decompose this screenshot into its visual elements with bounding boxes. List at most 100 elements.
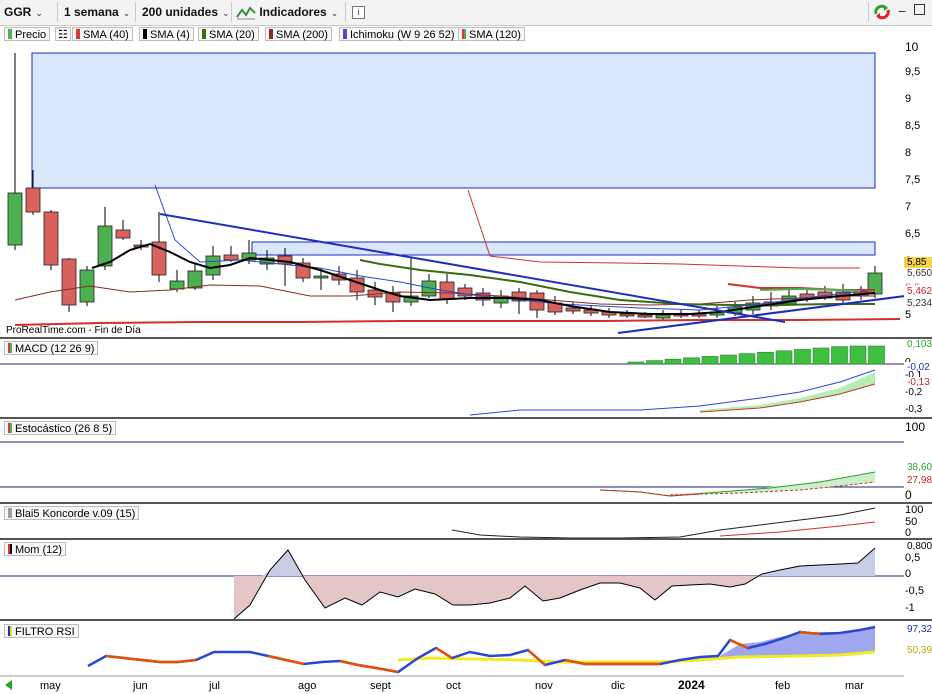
macd-tick: -0,3 bbox=[905, 404, 923, 415]
legend-sma200[interactable]: SMA (200) bbox=[265, 27, 332, 41]
x-tick: jul bbox=[209, 680, 221, 692]
candle-body bbox=[187, 270, 203, 289]
price-badge: 5,462 bbox=[904, 286, 932, 298]
legend-rsi-label: FILTRO RSI bbox=[15, 626, 75, 638]
macd-bar bbox=[701, 356, 719, 365]
x-tick: nov bbox=[535, 680, 553, 692]
macd-badge: 0,103 bbox=[904, 339, 932, 351]
resistance-zone bbox=[31, 52, 876, 189]
swatch-icon bbox=[8, 29, 12, 39]
macd-line bbox=[469, 369, 876, 416]
x-tick: mar bbox=[845, 680, 864, 692]
scroll-left-icon[interactable] bbox=[2, 678, 16, 692]
candle-body bbox=[223, 254, 239, 261]
mom-tick: 0 bbox=[905, 568, 912, 580]
stoch-tick: 100 bbox=[905, 420, 926, 434]
mom-negative-fill bbox=[234, 550, 760, 619]
macd-bar bbox=[627, 361, 645, 365]
mom-tick: 0,5 bbox=[905, 552, 921, 564]
rsi-red-segment bbox=[105, 654, 197, 664]
chart-canvas[interactable] bbox=[0, 0, 932, 694]
macd-bar bbox=[812, 347, 830, 365]
swatch-icon bbox=[343, 29, 347, 39]
swatch-icon bbox=[8, 343, 12, 353]
macd-bar bbox=[849, 345, 867, 365]
candle-body bbox=[97, 225, 113, 267]
legend-sma120[interactable]: SMA (120) bbox=[458, 27, 525, 41]
legend-ichimoku-label: Ichimoku (W 9 26 52) bbox=[350, 29, 455, 41]
macd-bar bbox=[794, 349, 811, 365]
legend-list-icon[interactable]: ☷ bbox=[55, 27, 71, 41]
legend-price[interactable]: Precio bbox=[4, 27, 51, 41]
sma120-line-up bbox=[759, 287, 861, 292]
candle-body bbox=[7, 192, 23, 246]
back-arrow-icon bbox=[5, 680, 12, 690]
candle-body bbox=[43, 211, 59, 266]
legend-sma4-label: SMA (4) bbox=[150, 29, 190, 41]
price-tick: 8,5 bbox=[905, 120, 921, 132]
stoch-line bbox=[599, 489, 701, 497]
x-tick: dic bbox=[611, 680, 626, 692]
macd-bar bbox=[664, 358, 682, 365]
legend-rsi[interactable]: FILTRO RSI bbox=[4, 624, 79, 638]
legend-macd[interactable]: MACD (12 26 9) bbox=[4, 341, 99, 355]
macd-tick: -0,2 bbox=[905, 387, 923, 398]
price-tick: 7,5 bbox=[905, 174, 921, 186]
legend-stochastic[interactable]: Estocástico (26 8 5) bbox=[4, 421, 117, 435]
candle-body bbox=[637, 314, 653, 318]
x-tick: jun bbox=[133, 680, 148, 692]
price-tick: 9,5 bbox=[905, 66, 921, 78]
price-tick: 6,5 bbox=[905, 228, 921, 240]
swatch-icon bbox=[76, 29, 80, 39]
candle-body bbox=[61, 258, 77, 306]
candle-body bbox=[25, 187, 41, 213]
x-tick: oct bbox=[446, 680, 461, 692]
watermark: ProRealTime.com - Fin de Día bbox=[6, 325, 141, 336]
rsi-red-segment bbox=[527, 649, 546, 666]
price-tick: 7 bbox=[905, 201, 912, 213]
macd-bar bbox=[757, 351, 774, 365]
resistance-zone bbox=[251, 241, 876, 256]
candle-body bbox=[619, 313, 635, 317]
price-badge: 5,234 bbox=[904, 298, 932, 310]
price-tick: 9 bbox=[905, 93, 912, 105]
koncorde-line bbox=[451, 507, 876, 539]
legend-koncorde[interactable]: Blai5 Koncorde v.09 (15) bbox=[4, 506, 140, 520]
legend-sma20-label: SMA (20) bbox=[209, 29, 255, 41]
stoch-tick: 0 bbox=[905, 488, 912, 502]
rsi-red-segment bbox=[339, 659, 399, 674]
swatch-icon bbox=[8, 626, 12, 636]
x-tick: sept bbox=[370, 680, 391, 692]
candle-body bbox=[169, 280, 185, 290]
legend-price-label: Precio bbox=[15, 29, 47, 41]
legend-sma200-label: SMA (200) bbox=[276, 29, 328, 41]
price-badge: 5,650 bbox=[904, 268, 932, 280]
macd-bar bbox=[775, 350, 793, 365]
x-tick: feb bbox=[775, 680, 791, 692]
koncorde-tick: 0 bbox=[905, 527, 912, 539]
sma40-line bbox=[467, 189, 860, 269]
macd-bar bbox=[683, 357, 700, 365]
swatch-icon bbox=[8, 508, 12, 518]
mom-tick: -1 bbox=[905, 602, 915, 614]
legend-sma4[interactable]: SMA (4) bbox=[139, 27, 194, 41]
swatch-icon bbox=[269, 29, 273, 39]
candle-body bbox=[655, 314, 671, 319]
legend-sma20[interactable]: SMA (20) bbox=[198, 27, 259, 41]
x-tick: may bbox=[40, 680, 61, 692]
rsi-badge: 50,39 bbox=[904, 645, 932, 657]
legend-sma40[interactable]: SMA (40) bbox=[72, 27, 133, 41]
x-tick: ago bbox=[298, 680, 317, 692]
swatch-icon bbox=[202, 29, 206, 39]
price-tick: 10 bbox=[905, 40, 919, 54]
legend-momentum[interactable]: Mom (12) bbox=[4, 542, 67, 556]
legend-sma120-label: SMA (120) bbox=[469, 29, 521, 41]
down-trendline bbox=[159, 213, 786, 323]
x-tick: 2024 bbox=[678, 678, 705, 692]
stoch-badge: 38,60 bbox=[904, 462, 932, 474]
legend-ichimoku[interactable]: Ichimoku (W 9 26 52) bbox=[339, 27, 459, 41]
macd-bar bbox=[831, 346, 848, 365]
legend-macd-label: MACD (12 26 9) bbox=[15, 343, 95, 355]
candle-body bbox=[205, 255, 221, 276]
candle-body bbox=[565, 307, 581, 312]
